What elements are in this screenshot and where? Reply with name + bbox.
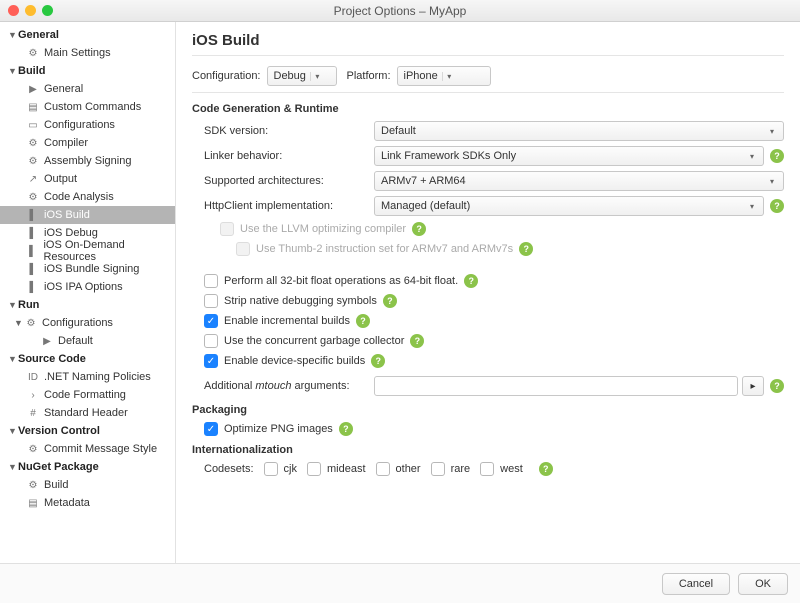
float32-label: Perform all 32-bit float operations as 6… xyxy=(224,275,458,287)
configuration-value: Debug xyxy=(274,70,306,82)
sidebar: ▼ General⚙Main Settings▼ Build▶General▤C… xyxy=(0,22,176,563)
tree-item[interactable]: ▌iOS On-Demand Resources xyxy=(0,242,175,260)
tree-item[interactable]: ⚙Build xyxy=(0,476,175,494)
tree-item[interactable]: ⚙Main Settings xyxy=(0,44,175,62)
codeset-west-checkbox[interactable] xyxy=(480,462,494,476)
tree-item[interactable]: ▌iOS Build xyxy=(0,206,175,224)
devspec-checkbox[interactable]: ✓ xyxy=(204,354,218,368)
section-i18n: Internationalization xyxy=(192,444,784,456)
tree-item[interactable]: ⚙Commit Message Style xyxy=(0,440,175,458)
chevron-down-icon: ▾ xyxy=(310,72,324,81)
chevron-down-icon: ▾ xyxy=(765,177,779,186)
llvm-checkbox xyxy=(220,222,234,236)
platform-label: Platform: xyxy=(347,70,391,82)
tree-item[interactable]: ID.NET Naming Policies xyxy=(0,368,175,386)
chevron-down-icon: ▾ xyxy=(745,152,759,161)
tree-header[interactable]: ▼ General xyxy=(0,26,175,44)
mtouch-expand-button[interactable]: ▸ xyxy=(742,376,764,396)
http-dropdown[interactable]: Managed (default)▾ xyxy=(374,196,764,216)
tree-item[interactable]: ▶General xyxy=(0,80,175,98)
devspec-label: Enable device-specific builds xyxy=(224,355,365,367)
tree-header[interactable]: ▼ Source Code xyxy=(0,350,175,368)
platform-value: iPhone xyxy=(404,70,438,82)
strip-checkbox[interactable] xyxy=(204,294,218,308)
help-icon[interactable]: ? xyxy=(371,354,385,368)
window-title: Project Options – MyApp xyxy=(0,4,800,18)
png-label: Optimize PNG images xyxy=(224,423,333,435)
tree-header[interactable]: ▼ Build xyxy=(0,62,175,80)
platform-combo[interactable]: iPhone ▾ xyxy=(397,66,491,86)
configuration-label: Configuration: xyxy=(192,70,261,82)
sdk-label: SDK version: xyxy=(204,125,374,137)
tree-item[interactable]: ▤Custom Commands xyxy=(0,98,175,116)
tree-item[interactable]: #Standard Header xyxy=(0,404,175,422)
sdk-dropdown[interactable]: Default▾ xyxy=(374,121,784,141)
strip-label: Strip native debugging symbols xyxy=(224,295,377,307)
help-icon[interactable]: ? xyxy=(770,199,784,213)
help-icon[interactable]: ? xyxy=(383,294,397,308)
mtouch-label: Additional mtouch arguments: xyxy=(204,380,374,392)
tree-item[interactable]: ⚙Code Analysis xyxy=(0,188,175,206)
maximize-icon[interactable] xyxy=(42,5,53,16)
tree-item[interactable]: ↗Output xyxy=(0,170,175,188)
arch-dropdown[interactable]: ARMv7 + ARM64▾ xyxy=(374,171,784,191)
divider xyxy=(192,55,784,56)
llvm-label: Use the LLVM optimizing compiler xyxy=(240,223,406,235)
chevron-down-icon: ▾ xyxy=(765,127,779,136)
section-packaging: Packaging xyxy=(192,404,784,416)
help-icon[interactable]: ? xyxy=(770,379,784,393)
tree-item[interactable]: ▶Default xyxy=(0,332,175,350)
float32-checkbox[interactable] xyxy=(204,274,218,288)
linker-label: Linker behavior: xyxy=(204,150,374,162)
codesets-label: Codesets: xyxy=(204,463,254,475)
linker-dropdown[interactable]: Link Framework SDKs Only▾ xyxy=(374,146,764,166)
codeset-other-checkbox[interactable] xyxy=(376,462,390,476)
codeset-mideast-checkbox[interactable] xyxy=(307,462,321,476)
thumb-checkbox xyxy=(236,242,250,256)
help-icon[interactable]: ? xyxy=(339,422,353,436)
help-icon[interactable]: ? xyxy=(464,274,478,288)
content-pane: iOS Build Configuration: Debug ▾ Platfor… xyxy=(176,22,800,563)
incremental-label: Enable incremental builds xyxy=(224,315,350,327)
tree-item[interactable]: ▤Metadata xyxy=(0,494,175,512)
help-icon[interactable]: ? xyxy=(519,242,533,256)
chevron-down-icon: ▾ xyxy=(745,202,759,211)
thumb-label: Use Thumb-2 instruction set for ARMv7 an… xyxy=(256,243,513,255)
tree-item[interactable]: ▭Configurations xyxy=(0,116,175,134)
tree-item[interactable]: ▌iOS IPA Options xyxy=(0,278,175,296)
ok-button[interactable]: OK xyxy=(738,573,788,595)
tree-item[interactable]: ⚙Assembly Signing xyxy=(0,152,175,170)
codeset-rare-checkbox[interactable] xyxy=(431,462,445,476)
gc-label: Use the concurrent garbage collector xyxy=(224,335,404,347)
configuration-combo[interactable]: Debug ▾ xyxy=(267,66,337,86)
footer: Cancel OK xyxy=(0,563,800,603)
help-icon[interactable]: ? xyxy=(412,222,426,236)
page-title: iOS Build xyxy=(192,32,784,49)
close-icon[interactable] xyxy=(8,5,19,16)
help-icon[interactable]: ? xyxy=(356,314,370,328)
tree-header[interactable]: ▼ Run xyxy=(0,296,175,314)
tree-item[interactable]: ⚙Compiler xyxy=(0,134,175,152)
section-codegen: Code Generation & Runtime xyxy=(192,103,784,115)
divider xyxy=(192,92,784,93)
tree-item[interactable]: ›Code Formatting xyxy=(0,386,175,404)
gc-checkbox[interactable] xyxy=(204,334,218,348)
codeset-cjk-checkbox[interactable] xyxy=(264,462,278,476)
help-icon[interactable]: ? xyxy=(539,462,553,476)
minimize-icon[interactable] xyxy=(25,5,36,16)
incremental-checkbox[interactable]: ✓ xyxy=(204,314,218,328)
http-label: HttpClient implementation: xyxy=(204,200,374,212)
tree-item[interactable]: ▼⚙Configurations xyxy=(0,314,175,332)
png-checkbox[interactable]: ✓ xyxy=(204,422,218,436)
titlebar: Project Options – MyApp xyxy=(0,0,800,22)
cancel-button[interactable]: Cancel xyxy=(662,573,730,595)
mtouch-input[interactable] xyxy=(374,376,738,396)
tree-header[interactable]: ▼ Version Control xyxy=(0,422,175,440)
help-icon[interactable]: ? xyxy=(770,149,784,163)
chevron-down-icon: ▾ xyxy=(442,72,456,81)
tree-header[interactable]: ▼ NuGet Package xyxy=(0,458,175,476)
arch-label: Supported architectures: xyxy=(204,175,374,187)
help-icon[interactable]: ? xyxy=(410,334,424,348)
